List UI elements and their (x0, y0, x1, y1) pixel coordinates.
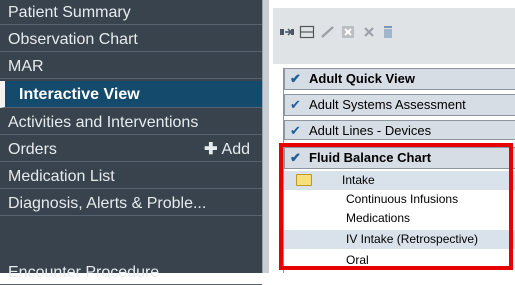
section-adult-lines-devices[interactable]: ✔ Adult Lines - Devices (284, 120, 515, 140)
band-tree: ✔ Adult Quick View ✔ Adult Systems Asses… (283, 68, 515, 273)
checkmark-icon: ✔ (290, 97, 301, 112)
checkmark-icon: ✔ (290, 150, 301, 165)
nav-item-observation-chart[interactable]: Observation Chart (0, 27, 262, 52)
table-icon[interactable] (299, 24, 315, 40)
tree-item-continuous-infusions[interactable]: Continuous Infusions (284, 190, 515, 209)
toolbar (273, 8, 515, 64)
checkmark-icon: ✔ (290, 123, 301, 138)
orders-add-button[interactable]: ✚ Add (204, 137, 250, 161)
checkmark-icon: ✔ (290, 71, 301, 86)
close-x-icon[interactable] (361, 24, 377, 40)
tree-item-medications[interactable]: Medications (284, 209, 515, 228)
section-label: Adult Systems Assessment (309, 97, 466, 112)
nav-item-orders[interactable]: Orders ✚ Add (0, 137, 262, 162)
section-fluid-balance-chart[interactable]: ✔ Fluid Balance Chart (284, 147, 515, 169)
nav-item-patient-summary[interactable]: Patient Summary (0, 0, 262, 25)
section-label: Adult Lines - Devices (309, 123, 432, 138)
tree-item-label: Intake (342, 173, 375, 187)
nav-item-medication-list[interactable]: Medication List (0, 164, 262, 189)
trash-icon[interactable] (380, 24, 396, 40)
section-adult-quick-view[interactable]: ✔ Adult Quick View (284, 68, 515, 90)
nav-item-diagnosis-alerts[interactable]: Diagnosis, Alerts & Proble... (0, 191, 262, 216)
orders-add-label: Add (221, 141, 250, 158)
nav-item-orders-label: Orders (8, 141, 57, 158)
checkmark-icon[interactable] (320, 24, 336, 40)
tree-item-iv-intake[interactable]: IV Intake (Retrospective) (284, 230, 515, 249)
plus-icon: ✚ (204, 141, 218, 158)
bookmark-arrow-icon[interactable] (279, 24, 295, 40)
nav-item-mar[interactable]: MAR (0, 54, 262, 79)
nav-item-interactive-view[interactable]: Interactive View (0, 81, 262, 108)
section-label: Fluid Balance Chart (309, 150, 432, 165)
tree-item-intake[interactable]: Intake (284, 171, 515, 190)
left-nav-menu: Patient Summary Observation Chart MAR In… (0, 0, 262, 285)
section-adult-systems-assessment[interactable]: ✔ Adult Systems Assessment (284, 94, 515, 116)
clear-icon[interactable] (340, 24, 356, 40)
tree-item-oral[interactable]: Oral (284, 251, 515, 270)
splitter[interactable] (262, 0, 269, 273)
section-label: Adult Quick View (309, 71, 415, 86)
nav-item-activities-interventions[interactable]: Activities and Interventions (0, 110, 262, 135)
folder-icon (296, 174, 312, 186)
